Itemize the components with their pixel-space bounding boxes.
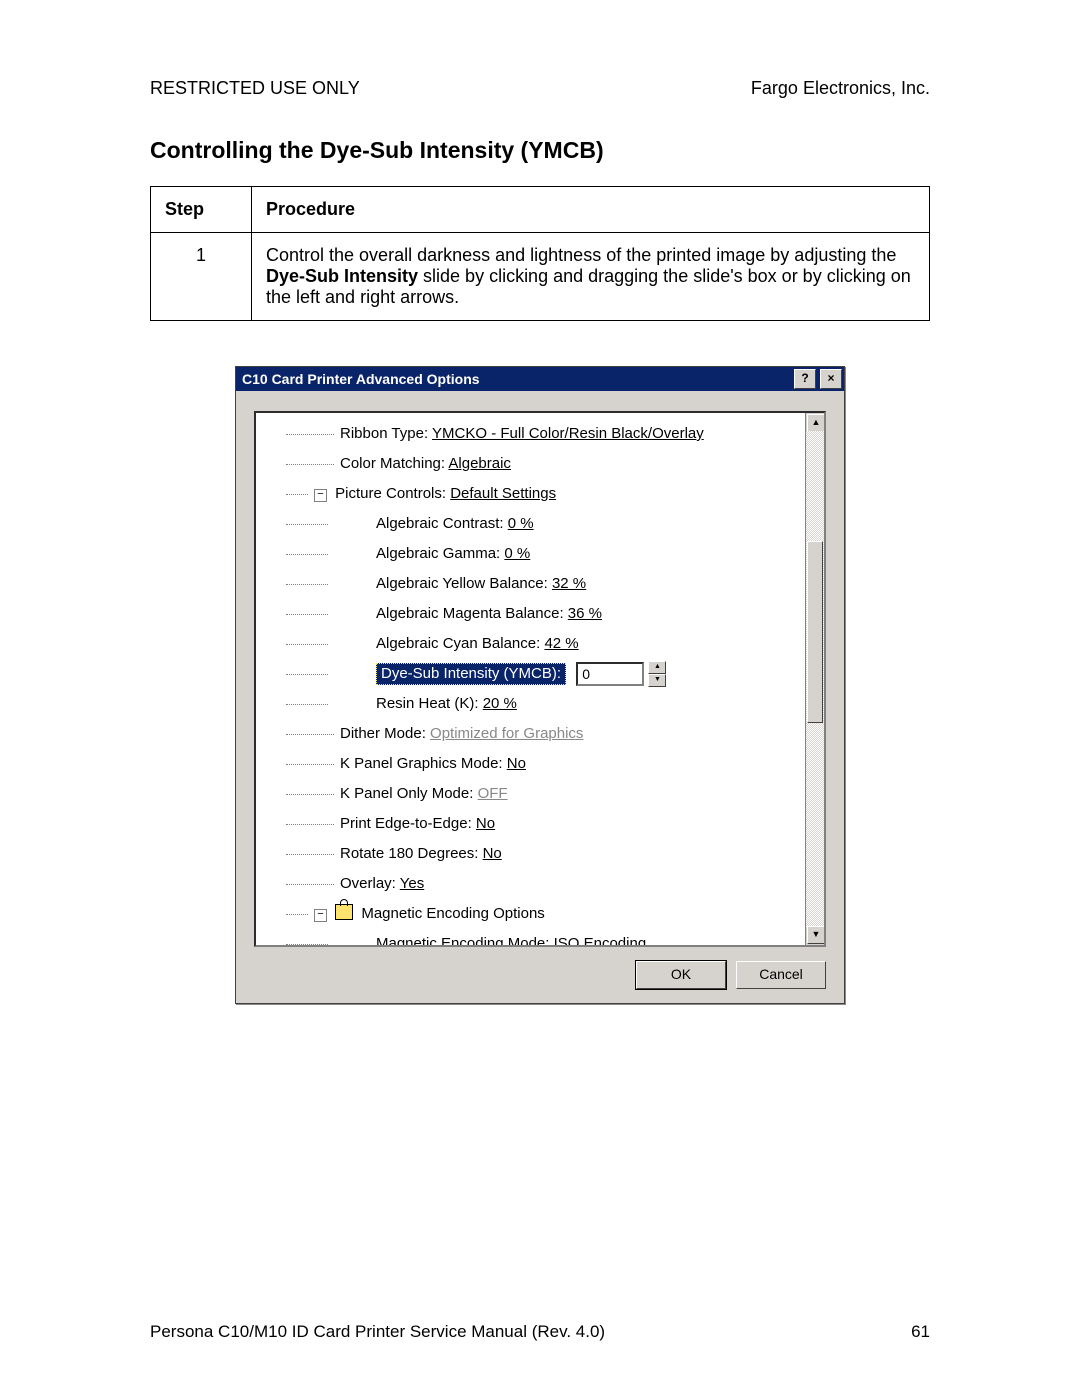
- tree-item-algebraic-magenta[interactable]: Algebraic Magenta Balance: 36 %: [256, 599, 800, 629]
- step-number: 1: [151, 233, 252, 321]
- tree-item-kpanel-graphics[interactable]: K Panel Graphics Mode: No: [256, 749, 800, 779]
- value: 32 %: [552, 575, 586, 592]
- value: Optimized for Graphics: [430, 725, 583, 742]
- tree-item-ribbon-type[interactable]: Ribbon Type: YMCKO - Full Color/Resin Bl…: [256, 419, 800, 449]
- value: Default Settings: [450, 485, 556, 502]
- spin-up-icon[interactable]: ▲: [648, 661, 666, 674]
- scroll-up-icon[interactable]: ▲: [807, 414, 825, 432]
- tree-item-picture-controls[interactable]: − Picture Controls: Default Settings: [256, 479, 800, 509]
- tree-item-rotate-180[interactable]: Rotate 180 Degrees: No: [256, 839, 800, 869]
- tree-item-algebraic-yellow[interactable]: Algebraic Yellow Balance: 32 %: [256, 569, 800, 599]
- dyesub-intensity-input[interactable]: [576, 662, 644, 686]
- value: No: [483, 845, 502, 862]
- value: YMCKO - Full Color/Resin Black/Overlay: [432, 425, 704, 442]
- col-step: Step: [151, 187, 252, 233]
- steps-table: Step Procedure 1 Control the overall dar…: [150, 186, 930, 321]
- label: K Panel Only Mode:: [340, 785, 478, 802]
- lock-icon: [335, 904, 353, 920]
- scroll-track[interactable]: [806, 431, 824, 927]
- ok-button[interactable]: OK: [636, 961, 726, 989]
- tree-item-algebraic-contrast[interactable]: Algebraic Contrast: 0 %: [256, 509, 800, 539]
- label: Picture Controls:: [335, 485, 450, 502]
- collapse-icon[interactable]: −: [314, 489, 327, 502]
- label: Overlay:: [340, 875, 400, 892]
- value: No: [507, 755, 526, 772]
- cancel-button[interactable]: Cancel: [736, 961, 826, 989]
- tree-item-algebraic-cyan[interactable]: Algebraic Cyan Balance: 42 %: [256, 629, 800, 659]
- advanced-options-dialog: C10 Card Printer Advanced Options ? × Ri…: [235, 366, 845, 1004]
- value: 36 %: [568, 605, 602, 622]
- label: Algebraic Gamma:: [376, 545, 504, 562]
- label: Resin Heat (K):: [376, 695, 483, 712]
- label: Color Matching:: [340, 455, 448, 472]
- close-icon[interactable]: ×: [820, 369, 842, 389]
- tree-item-magnetic-options[interactable]: − Magnetic Encoding Options: [256, 899, 800, 929]
- procedure-text: Control the overall darkness and lightne…: [266, 245, 896, 265]
- dialog-title: C10 Card Printer Advanced Options: [242, 371, 480, 387]
- tree-item-overlay[interactable]: Overlay: Yes: [256, 869, 800, 899]
- tree-item-resin-heat[interactable]: Resin Heat (K): 20 %: [256, 689, 800, 719]
- scroll-thumb[interactable]: [807, 541, 823, 723]
- footer-left: Persona C10/M10 ID Card Printer Service …: [150, 1322, 605, 1342]
- label: Ribbon Type:: [340, 425, 432, 442]
- tree-item-dyesub-intensity[interactable]: Dye-Sub Intensity (YMCB): ▲ ▼: [256, 659, 800, 689]
- procedure-bold: Dye-Sub Intensity: [266, 266, 418, 286]
- procedure-cell: Control the overall darkness and lightne…: [252, 233, 930, 321]
- tree-item-algebraic-gamma[interactable]: Algebraic Gamma: 0 %: [256, 539, 800, 569]
- collapse-icon[interactable]: −: [314, 909, 327, 922]
- value: 42 %: [544, 635, 578, 652]
- vertical-scrollbar[interactable]: ▲ ▼: [805, 413, 824, 945]
- header-right: Fargo Electronics, Inc.: [751, 78, 930, 99]
- tree-item-dither-mode[interactable]: Dither Mode: Optimized for Graphics: [256, 719, 800, 749]
- value: ISO Encoding: [554, 935, 647, 947]
- scroll-down-icon[interactable]: ▼: [807, 926, 825, 944]
- value: 20 %: [483, 695, 517, 712]
- table-row: 1 Control the overall darkness and light…: [151, 233, 930, 321]
- titlebar: C10 Card Printer Advanced Options ? ×: [236, 367, 844, 391]
- value: 0 %: [504, 545, 530, 562]
- header-left: RESTRICTED USE ONLY: [150, 78, 360, 99]
- col-procedure: Procedure: [252, 187, 930, 233]
- label: Algebraic Contrast:: [376, 515, 508, 532]
- spin-down-icon[interactable]: ▼: [648, 674, 666, 687]
- label: Dither Mode:: [340, 725, 430, 742]
- label: Algebraic Cyan Balance:: [376, 635, 544, 652]
- value: Algebraic: [448, 455, 511, 472]
- label: Magnetic Encoding Options: [361, 905, 544, 922]
- value: OFF: [478, 785, 508, 802]
- selected-label: Dye-Sub Intensity (YMCB):: [376, 663, 566, 685]
- tree-view: Ribbon Type: YMCKO - Full Color/Resin Bl…: [254, 411, 826, 947]
- help-icon[interactable]: ?: [794, 369, 816, 389]
- label: Print Edge-to-Edge:: [340, 815, 476, 832]
- label: Algebraic Yellow Balance:: [376, 575, 552, 592]
- tree-item-edge-to-edge[interactable]: Print Edge-to-Edge: No: [256, 809, 800, 839]
- tree-item-kpanel-only[interactable]: K Panel Only Mode: OFF: [256, 779, 800, 809]
- value: Yes: [400, 875, 424, 892]
- label: Algebraic Magenta Balance:: [376, 605, 568, 622]
- section-title: Controlling the Dye-Sub Intensity (YMCB): [150, 137, 930, 164]
- tree-item-magnetic-mode[interactable]: Magnetic Encoding Mode: ISO Encoding: [256, 929, 800, 947]
- label: K Panel Graphics Mode:: [340, 755, 507, 772]
- tree-item-color-matching[interactable]: Color Matching: Algebraic: [256, 449, 800, 479]
- value: No: [476, 815, 495, 832]
- label: Magnetic Encoding Mode:: [376, 935, 554, 947]
- value: 0 %: [508, 515, 534, 532]
- label: Rotate 180 Degrees:: [340, 845, 483, 862]
- page-number: 61: [911, 1322, 930, 1342]
